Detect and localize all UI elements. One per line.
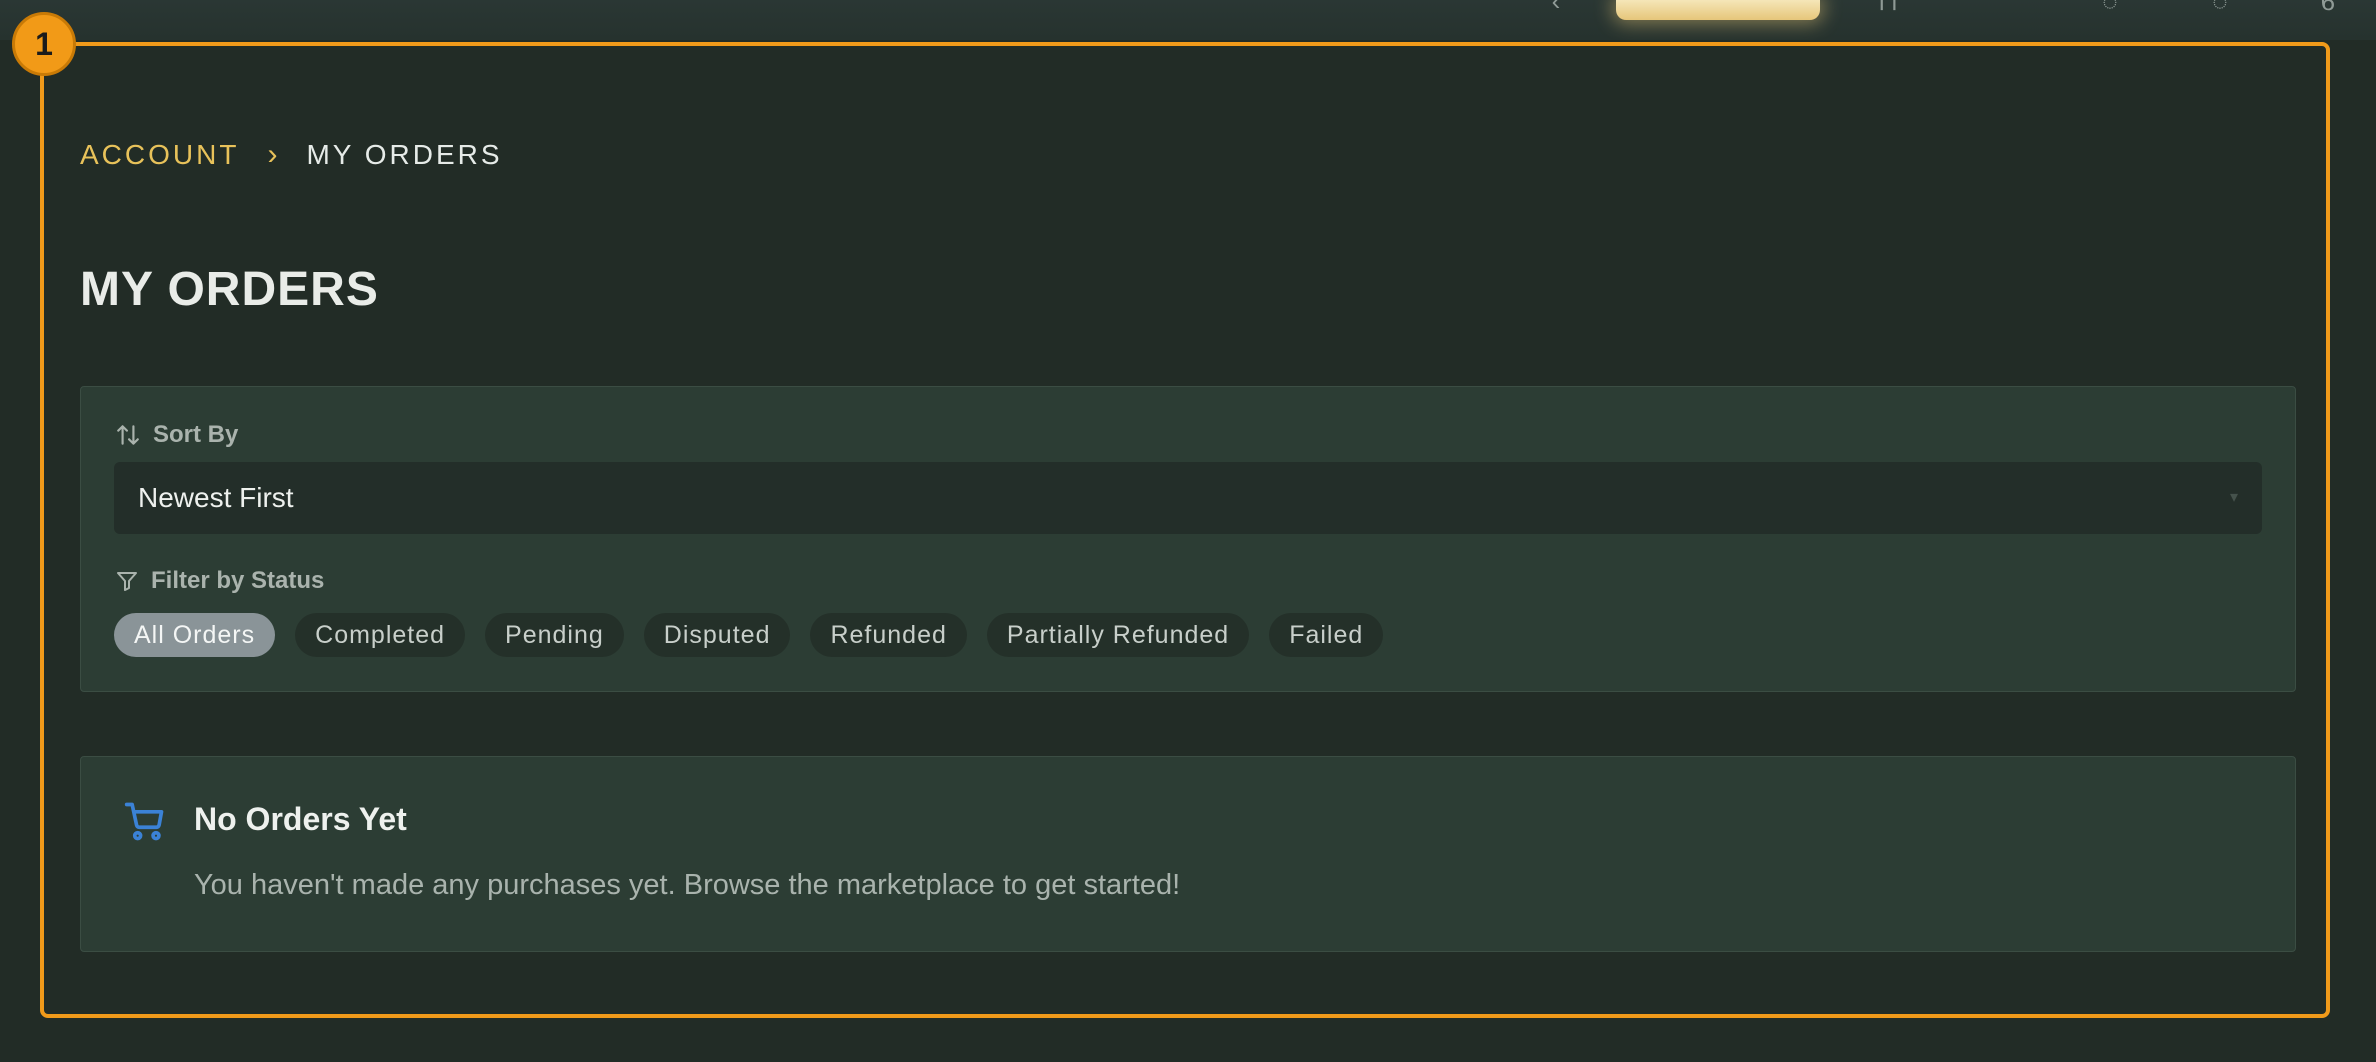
chevron-down-icon: ▾ bbox=[2229, 489, 2238, 506]
chip-all-orders[interactable]: All Orders bbox=[114, 613, 276, 657]
nav-icon-2[interactable]: ⌒ bbox=[1980, 0, 2020, 16]
sort-label-row: Sort By bbox=[115, 421, 238, 449]
chip-disputed[interactable]: Disputed bbox=[643, 613, 791, 657]
sort-select-value: Newest First bbox=[138, 482, 294, 513]
nav-icon-3[interactable]: ◌ bbox=[2090, 0, 2130, 16]
sort-select[interactable]: Newest First ▾ bbox=[114, 462, 2262, 534]
breadcrumb-current: MY ORDERS bbox=[306, 139, 503, 170]
step-badge: 1 bbox=[12, 12, 76, 76]
empty-state-panel: No Orders Yet You haven't made any purch… bbox=[80, 756, 2296, 952]
empty-state-message: You haven't made any purchases yet. Brow… bbox=[194, 869, 1181, 901]
filter-label: Filter by Status bbox=[151, 567, 325, 594]
top-navbar: ‹ ⊓ ⌒ ◌ ◌ ϐ bbox=[0, 0, 2376, 40]
filter-icon bbox=[117, 572, 137, 591]
empty-state-title: No Orders Yet bbox=[194, 801, 407, 837]
nav-icon-1[interactable]: ⊓ bbox=[1868, 0, 1908, 16]
chip-partially-refunded[interactable]: Partially Refunded bbox=[986, 613, 1250, 657]
chip-refunded[interactable]: Refunded bbox=[810, 613, 967, 657]
sort-icon bbox=[117, 425, 139, 445]
status-filter-chips: All Orders Completed Pending Disputed Re… bbox=[114, 613, 1403, 657]
cart-icon bbox=[124, 802, 164, 841]
breadcrumb: ACCOUNT › MY ORDERS bbox=[80, 138, 503, 172]
breadcrumb-separator: › bbox=[267, 138, 281, 171]
nav-icon-5[interactable]: ϐ bbox=[2308, 0, 2348, 16]
back-arrow-icon[interactable]: ‹ bbox=[1536, 0, 1576, 16]
filter-panel: Sort By Newest First ▾ Filter by Status … bbox=[80, 386, 2296, 692]
chip-completed[interactable]: Completed bbox=[295, 613, 466, 657]
nav-highlight-button[interactable] bbox=[1616, 0, 1820, 20]
chip-pending[interactable]: Pending bbox=[485, 613, 624, 657]
nav-icon-4[interactable]: ◌ bbox=[2200, 0, 2240, 16]
sort-label: Sort By bbox=[153, 421, 239, 448]
chip-failed[interactable]: Failed bbox=[1269, 613, 1384, 657]
page-title: MY ORDERS bbox=[80, 263, 379, 316]
filter-label-row: Filter by Status bbox=[115, 567, 324, 595]
breadcrumb-account-link[interactable]: ACCOUNT bbox=[80, 139, 239, 171]
